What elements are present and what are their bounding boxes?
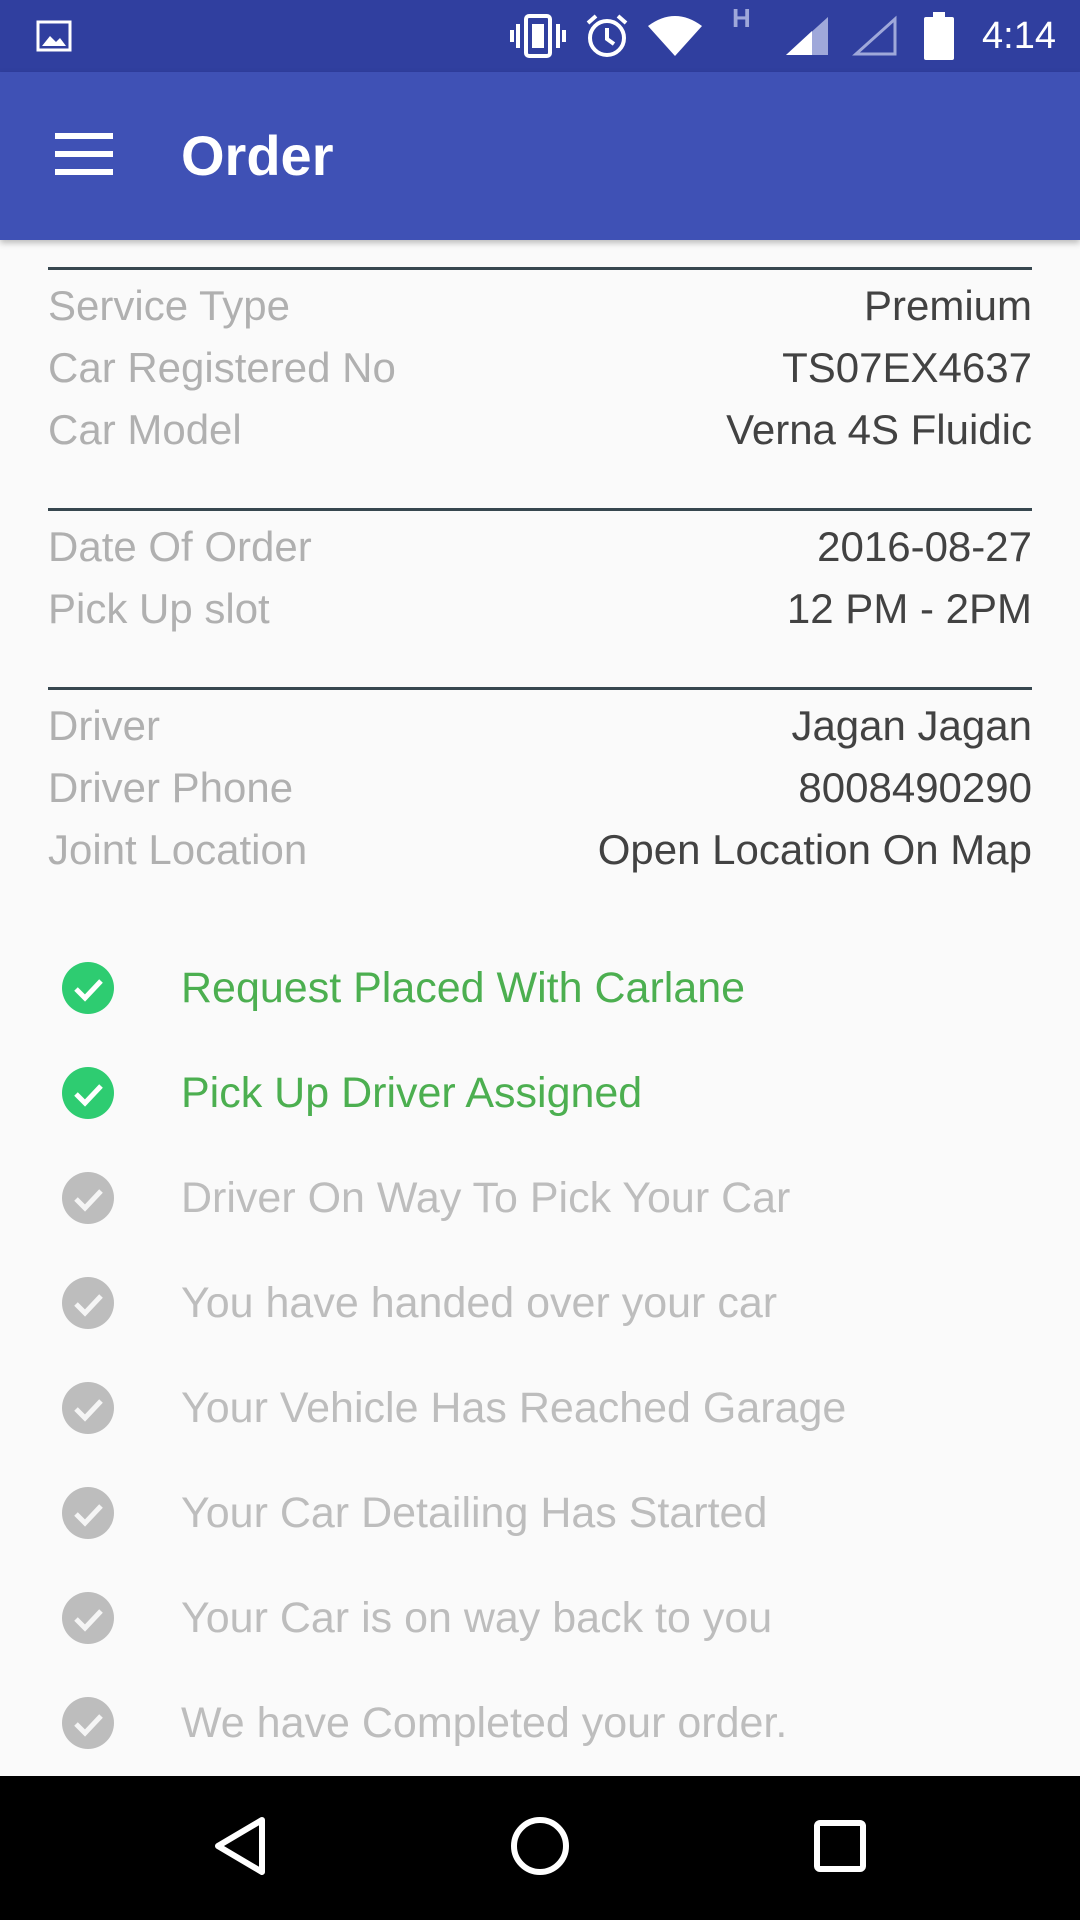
timeline-step: Request Placed With Carlane <box>0 938 1000 1038</box>
check-circle-icon <box>62 962 114 1014</box>
schedule-section: Date Of Order 2016-08-27 Pick Up slot 12… <box>48 508 1032 632</box>
timeline-step-label: Pick Up Driver Assigned <box>181 1068 643 1117</box>
recents-button[interactable] <box>790 1806 890 1890</box>
detail-label: Driver Phone <box>48 764 294 811</box>
timeline-step-label: We have Completed your order. <box>181 1698 788 1747</box>
detail-row-car-registered-no: Car Registered No TS07EX4637 <box>48 337 1032 399</box>
detail-label: Car Registered No <box>48 344 396 391</box>
detail-label: Joint Location <box>48 826 308 873</box>
detail-value: 12 PM - 2PM <box>786 585 1032 632</box>
back-button[interactable] <box>190 1806 290 1890</box>
timeline-step-label: You have handed over your car <box>181 1278 778 1327</box>
timeline-step: Your Car is on way back to you <box>0 1568 1000 1668</box>
check-circle-icon <box>62 1592 114 1644</box>
detail-row-pick-up-slot: Pick Up slot 12 PM - 2PM <box>48 578 1032 640</box>
check-circle-icon <box>62 1382 114 1434</box>
app-bar: Order <box>0 72 1080 240</box>
detail-label: Driver <box>48 702 160 749</box>
signal-empty-icon <box>852 0 898 72</box>
wifi-icon <box>648 0 702 72</box>
menu-button[interactable] <box>40 116 128 196</box>
check-circle-icon <box>62 1067 114 1119</box>
open-location-link[interactable]: Open Location On Map <box>598 826 1032 874</box>
vehicle-section: Service Type Premium Car Registered No T… <box>48 267 1032 453</box>
detail-row-driver-phone[interactable]: Driver Phone 8008490290 <box>48 757 1032 819</box>
detail-label: Car Model <box>48 406 242 453</box>
back-icon <box>212 1816 268 1881</box>
timeline-step-label: Your Car is on way back to you <box>181 1593 773 1642</box>
home-icon <box>510 1816 570 1881</box>
image-icon <box>36 0 72 72</box>
detail-value: TS07EX4637 <box>782 344 1032 391</box>
detail-row-car-model: Car Model Verna 4S Fluidic <box>48 399 1032 461</box>
detail-row-date-of-order: Date Of Order 2016-08-27 <box>48 516 1032 578</box>
timeline-step-label: Your Car Detailing Has Started <box>181 1488 768 1537</box>
battery-icon <box>924 0 954 72</box>
timeline-step: We have Completed your order. <box>0 1673 1000 1773</box>
detail-value: 2016-08-27 <box>817 523 1032 570</box>
timeline-step: Your Car Detailing Has Started <box>0 1463 1000 1563</box>
vibrate-icon <box>510 0 566 72</box>
detail-value: Jagan Jagan <box>791 702 1032 749</box>
recents-icon <box>813 1819 867 1878</box>
signal-icon <box>784 0 830 72</box>
driver-phone-link[interactable]: 8008490290 <box>798 764 1032 812</box>
timeline-step: You have handed over your car <box>0 1253 1000 1353</box>
alarm-icon <box>584 0 630 72</box>
timeline-step: Your Vehicle Has Reached Garage <box>0 1358 1000 1458</box>
driver-section: Driver Jagan Jagan Driver Phone 80084902… <box>48 687 1032 873</box>
page-title: Order <box>181 124 334 187</box>
detail-label: Date Of Order <box>48 523 312 570</box>
detail-row-joint-location[interactable]: Joint Location Open Location On Map <box>48 819 1032 881</box>
detail-label: Pick Up slot <box>48 585 270 632</box>
status-time: 4:14 <box>982 14 1056 57</box>
timeline-step-label: Driver On Way To Pick Your Car <box>181 1173 791 1222</box>
detail-value: Premium <box>863 282 1032 329</box>
timeline-step: Driver On Way To Pick Your Car <box>0 1148 1000 1248</box>
detail-row-service-type: Service Type Premium <box>48 275 1032 337</box>
check-circle-icon <box>62 1697 114 1749</box>
home-button[interactable] <box>490 1806 590 1890</box>
check-circle-icon <box>62 1487 114 1539</box>
status-bar: H 4:14 <box>0 0 1080 72</box>
check-circle-icon <box>62 1277 114 1329</box>
check-circle-icon <box>62 1172 114 1224</box>
detail-value: Verna 4S Fluidic <box>726 406 1032 453</box>
hamburger-menu-icon <box>55 132 113 180</box>
detail-label: Service Type <box>48 282 291 329</box>
system-nav-bar <box>0 1776 1080 1920</box>
detail-row-driver: Driver Jagan Jagan <box>48 695 1032 757</box>
order-status-timeline: Request Placed With Carlane Pick Up Driv… <box>0 938 1080 1768</box>
timeline-step-label: Request Placed With Carlane <box>181 963 746 1012</box>
network-h-icon: H <box>732 2 751 33</box>
timeline-step-label: Your Vehicle Has Reached Garage <box>181 1383 847 1432</box>
timeline-step: Pick Up Driver Assigned <box>0 1043 1000 1143</box>
